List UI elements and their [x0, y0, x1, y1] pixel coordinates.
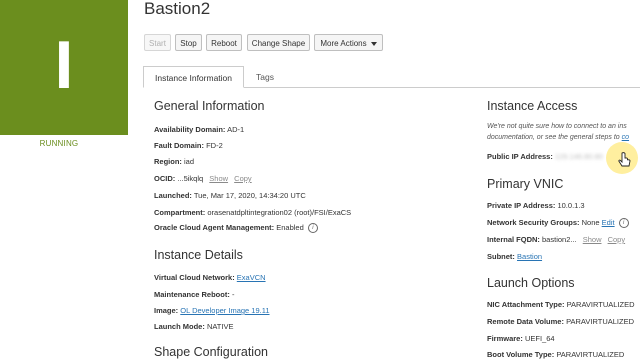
vcn-link[interactable]: ExaVCN [237, 273, 266, 282]
availability-domain-row: Availability Domain: AD-1 [154, 125, 244, 134]
firmware-row: Firmware: UEFI_64 [487, 334, 555, 343]
remote-data-volume-value: PARAVIRTUALIZED [566, 317, 634, 326]
primary-vnic-heading: Primary VNIC [487, 177, 564, 191]
fault-domain-row: Fault Domain: FD-2 [154, 141, 223, 150]
fqdn-row: Internal FQDN: bastion2... Show Copy [487, 235, 625, 244]
private-ip-label: Private IP Address: [487, 201, 556, 210]
access-note-line2: documentation, or see the general steps … [487, 134, 629, 141]
launch-mode-row: Launch Mode: NATIVE [154, 322, 233, 331]
launch-mode-value: NATIVE [206, 322, 234, 331]
nsg-info-icon[interactable]: i [618, 218, 629, 229]
reboot-button[interactable]: Reboot [206, 34, 242, 51]
image-row: Image: OL Developer Image 19.11 [154, 306, 270, 315]
ocid-label: OCID: [154, 174, 176, 183]
nsg-row: Network Security Groups: None Edit i [487, 218, 629, 229]
public-ip-label: Public IP Address: [487, 152, 553, 161]
private-ip-row: Private IP Address: 10.0.1.3 [487, 201, 585, 210]
fqdn-label: Internal FQDN: [487, 235, 540, 244]
image-label: Image: [154, 306, 179, 315]
access-note-link[interactable]: co [622, 134, 629, 141]
instance-details-heading: Instance Details [154, 248, 243, 262]
fqdn-copy-link[interactable]: Copy [608, 235, 626, 244]
agent-management-label: Oracle Cloud Agent Management: [154, 223, 275, 232]
remote-data-volume-label: Remote Data Volume: [487, 317, 564, 326]
boot-volume-row: Boot Volume Type: PARAVIRTUALIZED [487, 350, 624, 359]
instance-access-heading: Instance Access [487, 99, 578, 113]
agent-management-row: Oracle Cloud Agent Management: Enabled i [154, 223, 318, 234]
subnet-label: Subnet: [487, 252, 515, 261]
nic-attachment-row: NIC Attachment Type: PARAVIRTUALIZED [487, 300, 635, 309]
region-row: Region: iad [154, 157, 194, 166]
region-value: iad [184, 157, 195, 166]
firmware-value: UEFI_64 [524, 334, 555, 343]
availability-domain-label: Availability Domain: [154, 125, 226, 134]
availability-domain-value: AD-1 [227, 125, 245, 134]
public-ip-value: 129.146.80.80 [554, 152, 603, 161]
remote-data-volume-row: Remote Data Volume: PARAVIRTUALIZED [487, 317, 634, 326]
access-note-text: documentation, or see the general steps … [487, 134, 622, 141]
info-icon[interactable]: i [307, 223, 318, 234]
firmware-label: Firmware: [487, 334, 523, 343]
vcn-row: Virtual Cloud Network: ExaVCN [154, 273, 266, 282]
compartment-row: Compartment: orasenatdpltintegration02 (… [154, 208, 351, 217]
more-actions-button[interactable]: More Actions [314, 34, 383, 51]
nsg-label: Network Security Groups: [487, 218, 580, 227]
general-information-heading: General Information [154, 99, 265, 113]
launched-label: Launched: [154, 191, 192, 200]
tab-instance-information[interactable]: Instance Information [143, 66, 244, 88]
nsg-value: None [581, 218, 600, 227]
fqdn-value: bastion2... [542, 235, 577, 244]
hand-cursor-icon [618, 152, 631, 167]
nsg-edit-link[interactable]: Edit [602, 218, 615, 227]
maintenance-reboot-value: - [231, 290, 235, 299]
vcn-label: Virtual Cloud Network: [154, 273, 235, 282]
tab-tags[interactable]: Tags [248, 66, 282, 88]
private-ip-value: 10.0.1.3 [557, 201, 585, 210]
image-link[interactable]: OL Developer Image 19.11 [180, 306, 269, 315]
compartment-value: orasenatdpltintegration02 (root)/FSI/Exa… [207, 208, 352, 217]
page-title: Bastion2 [144, 0, 211, 18]
public-ip-row: Public IP Address: 129.146.80.80 [487, 152, 603, 161]
fault-domain-label: Fault Domain: [154, 141, 204, 150]
instance-letter: I [54, 27, 74, 103]
stop-button[interactable]: Stop [175, 34, 202, 51]
ocid-value: ...5ikqlq [177, 174, 204, 183]
launch-mode-label: Launch Mode: [154, 322, 205, 331]
chevron-down-icon [370, 41, 377, 46]
nic-attachment-value: PARAVIRTUALIZED [566, 300, 635, 309]
compartment-label: Compartment: [154, 208, 206, 217]
more-actions-label: More Actions [320, 39, 367, 48]
subnet-row: Subnet: Bastion [487, 252, 542, 261]
instance-state-label: RUNNING [39, 139, 79, 148]
fqdn-show-link[interactable]: Show [583, 235, 602, 244]
agent-management-value: Enabled [276, 223, 304, 232]
shape-configuration-heading: Shape Configuration [154, 345, 268, 359]
access-note-line1: We're not quite sure how to connect to a… [487, 123, 627, 130]
launched-row: Launched: Tue, Mar 17, 2020, 14:34:20 UT… [154, 191, 306, 200]
launch-options-heading: Launch Options [487, 276, 575, 290]
region-label: Region: [154, 157, 182, 166]
boot-volume-label: Boot Volume Type: [487, 350, 555, 359]
maintenance-reboot-label: Maintenance Reboot: [154, 290, 230, 299]
launched-value: Tue, Mar 17, 2020, 14:34:20 UTC [193, 191, 306, 200]
boot-volume-value: PARAVIRTUALIZED [556, 350, 625, 359]
ocid-show-link[interactable]: Show [209, 174, 228, 183]
subnet-link[interactable]: Bastion [517, 252, 542, 261]
nic-attachment-label: NIC Attachment Type: [487, 300, 565, 309]
fault-domain-value: FD-2 [206, 141, 223, 150]
maintenance-reboot-row: Maintenance Reboot: - [154, 290, 234, 299]
change-shape-button[interactable]: Change Shape [247, 34, 310, 51]
start-button[interactable]: Start [144, 34, 171, 51]
ocid-row: OCID: ...5ikqlq Show Copy [154, 174, 252, 183]
instance-state-tile: I [0, 0, 128, 135]
ocid-copy-link[interactable]: Copy [234, 174, 252, 183]
